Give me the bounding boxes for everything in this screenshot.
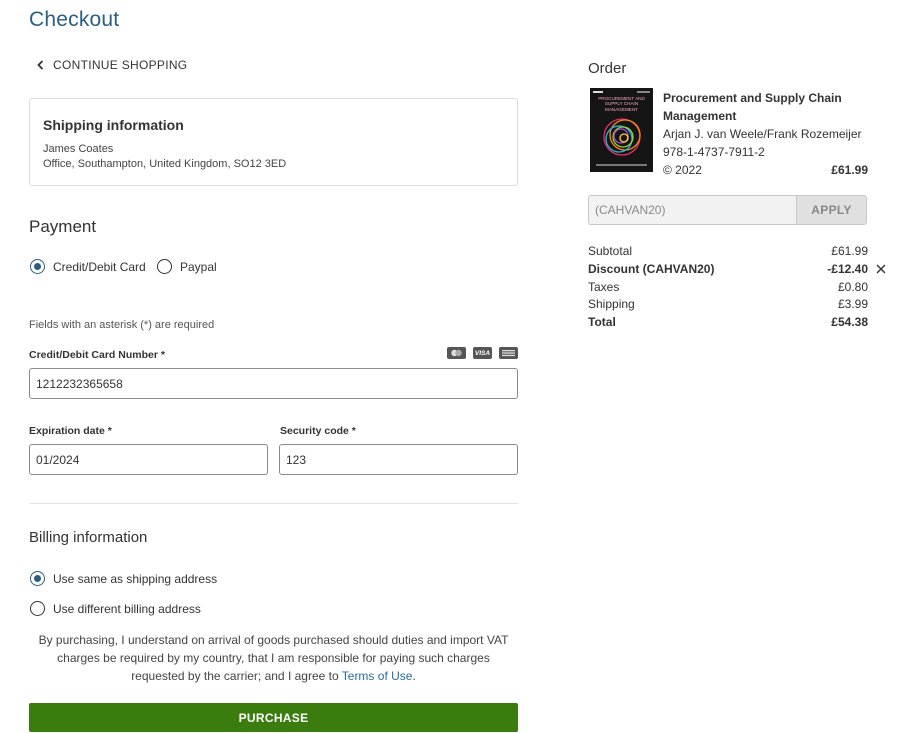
card-brands: VISA — [447, 347, 518, 359]
remove-discount-button[interactable] — [875, 261, 887, 278]
card-number-input[interactable] — [29, 368, 518, 399]
terms-of-use-link[interactable]: Terms of Use — [342, 669, 413, 683]
radio-different-address[interactable]: Use different billing address — [30, 601, 201, 616]
amex-icon — [499, 347, 518, 359]
legal-body: By purchasing, I understand on arrival o… — [38, 633, 509, 683]
book-cover-title: PROCUREMENT AND SUPPLY CHAIN MANAGEMENT — [598, 96, 645, 112]
summary-row-subtotal: Subtotal £61.99 — [588, 243, 868, 261]
shipping-heading: Shipping information — [43, 117, 184, 133]
radio-credit-card-label: Credit/Debit Card — [53, 259, 146, 274]
book-cover-image: PROCUREMENT AND SUPPLY CHAIN MANAGEMENT — [590, 88, 653, 172]
order-summary: Subtotal £61.99 Discount (CAHVAN20) -£12… — [588, 243, 886, 332]
shipping-info-box: Shipping information James Coates Office… — [29, 98, 518, 186]
visa-icon-text: VISA — [474, 349, 491, 357]
required-note: Fields with an asterisk (*) are required — [29, 319, 215, 331]
summary-row-discount: Discount (CAHVAN20) -£12.40 — [588, 261, 886, 279]
summary-label: Taxes — [588, 279, 620, 294]
radio-paypal-indicator[interactable] — [157, 259, 172, 274]
summary-row-taxes: Taxes £0.80 — [588, 279, 868, 297]
legal-end: . — [412, 669, 416, 683]
book-year: © 2022 — [663, 163, 702, 177]
section-divider — [29, 503, 518, 504]
expiry-label: Expiration date * — [29, 425, 112, 437]
book-title: Procurement and Supply Chain Management — [663, 91, 842, 123]
summary-value: £0.80 — [837, 279, 868, 294]
radio-paypal-label: Paypal — [180, 259, 217, 274]
close-icon — [876, 264, 886, 274]
summary-value: £3.99 — [837, 297, 868, 312]
mastercard-icon — [447, 347, 466, 359]
radio-different-address-indicator[interactable] — [30, 601, 45, 616]
summary-label: Shipping — [588, 297, 635, 312]
continue-shopping-link[interactable]: CONTINUE SHOPPING — [36, 58, 187, 72]
summary-value: -£12.40 — [827, 261, 868, 276]
legal-text: By purchasing, I understand on arrival o… — [29, 631, 518, 685]
radio-credit-card[interactable]: Credit/Debit Card — [30, 259, 146, 274]
radio-paypal[interactable]: Paypal — [157, 259, 217, 274]
order-heading: Order — [588, 60, 627, 77]
expiry-input[interactable] — [29, 444, 268, 475]
shipping-address: Office, Southampton, United Kingdom, SO1… — [43, 158, 287, 170]
purchase-button[interactable]: PURCHASE — [29, 703, 518, 732]
security-code-label: Security code * — [280, 425, 356, 437]
radio-same-address-label: Use same as shipping address — [53, 571, 218, 586]
summary-row-shipping: Shipping £3.99 — [588, 296, 868, 314]
radio-same-address-indicator[interactable] — [30, 571, 45, 586]
radio-same-address[interactable]: Use same as shipping address — [30, 571, 217, 586]
payment-heading: Payment — [29, 217, 97, 236]
coupon-input[interactable] — [588, 195, 796, 225]
book-authors: Arjan J. van Weele/Frank Rozemeijer — [663, 127, 862, 141]
chevron-left-icon — [37, 60, 44, 70]
page-title: Checkout — [29, 8, 120, 31]
book-isbn: 978-1-4737-7911-2 — [663, 145, 765, 159]
summary-label: Subtotal — [588, 244, 633, 258]
summary-label: Discount (CAHVAN20) — [588, 261, 715, 276]
radio-different-address-label: Use different billing address — [53, 601, 201, 616]
visa-icon: VISA — [473, 347, 492, 359]
shipping-name: James Coates — [43, 143, 114, 155]
card-number-label: Credit/Debit Card Number * — [29, 349, 165, 361]
order-item: Procurement and Supply Chain Management … — [663, 89, 868, 179]
billing-heading: Billing information — [29, 529, 148, 546]
book-price: £61.99 — [831, 163, 868, 177]
security-code-input[interactable] — [279, 444, 518, 475]
continue-shopping-label: CONTINUE SHOPPING — [53, 58, 188, 72]
summary-value: £54.38 — [831, 315, 868, 330]
apply-coupon-button[interactable]: APPLY — [796, 195, 867, 225]
radio-credit-card-indicator[interactable] — [30, 259, 45, 274]
summary-value: £61.99 — [831, 244, 868, 258]
summary-row-total: Total £54.38 — [588, 314, 868, 332]
summary-label: Total — [588, 315, 616, 330]
